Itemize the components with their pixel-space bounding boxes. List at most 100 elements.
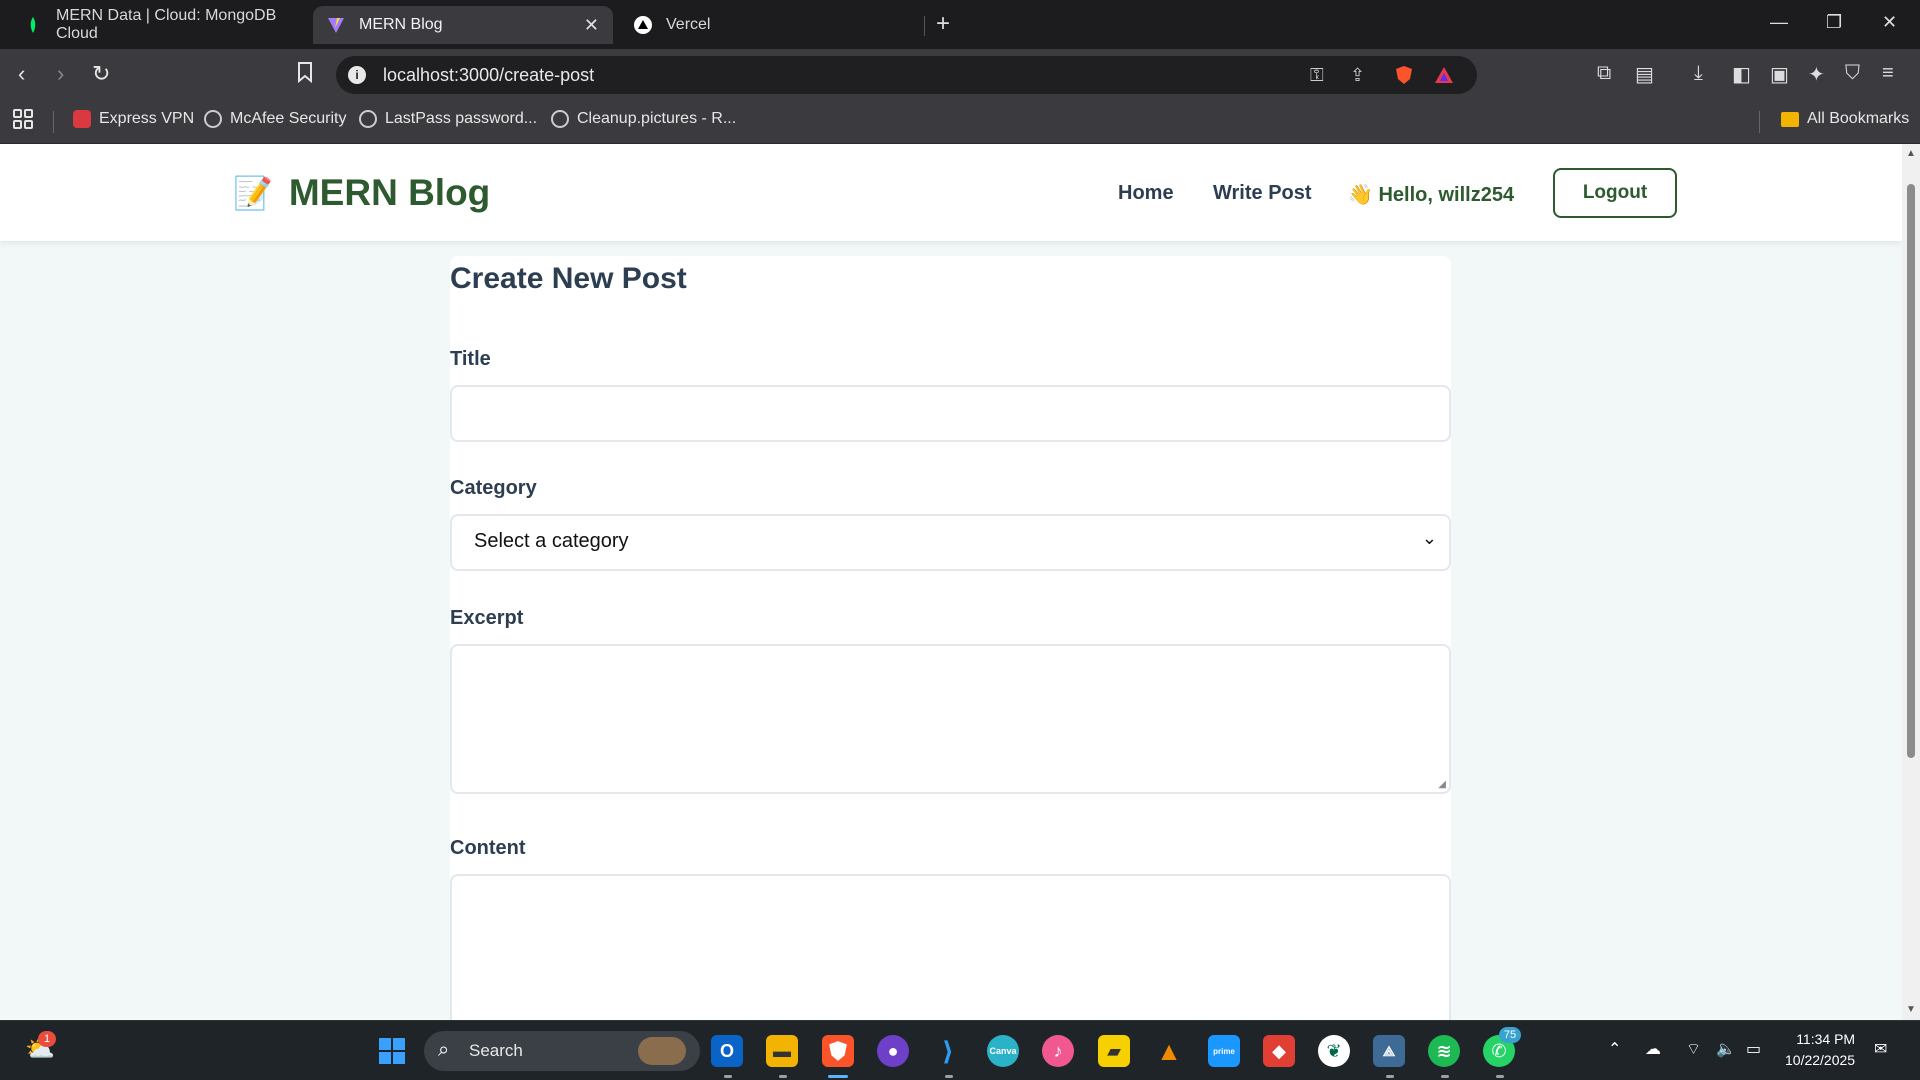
forward-icon[interactable]: › bbox=[57, 61, 64, 87]
tab-mern-blog[interactable]: MERN Blog ✕ bbox=[313, 6, 613, 44]
canva-icon[interactable]: Canva bbox=[987, 1035, 1019, 1067]
downloads-icon[interactable]: ⤓ bbox=[1694, 62, 1703, 85]
tab-vercel[interactable]: Vercel bbox=[620, 6, 920, 44]
reader-mode-icon[interactable]: ▤ bbox=[1635, 62, 1654, 87]
url-text[interactable]: localhost:3000/create-post bbox=[383, 65, 594, 86]
mongodb-compass-icon[interactable]: ❦ bbox=[1318, 1035, 1350, 1067]
whatsapp-badge: 75 bbox=[1499, 1027, 1521, 1043]
bookmark-mcafee[interactable]: McAfee Security bbox=[204, 110, 346, 128]
title-input[interactable] bbox=[450, 385, 1451, 442]
vlc-icon[interactable]: ▲ bbox=[1153, 1035, 1185, 1067]
excerpt-label: Excerpt bbox=[450, 607, 524, 629]
new-tab-icon[interactable]: + bbox=[936, 10, 950, 38]
running-indicator bbox=[1386, 1075, 1394, 1078]
prime-video-icon[interactable]: prime bbox=[1208, 1035, 1240, 1067]
brand-link[interactable]: 📝 MERN Blog bbox=[233, 172, 490, 214]
bookmarks-bar: Express VPN McAfee Security LastPass pas… bbox=[0, 101, 1920, 144]
back-icon[interactable]: ‹ bbox=[18, 61, 25, 87]
tab-divider bbox=[924, 16, 925, 36]
browser-toolbar: ‹ › ↻ i localhost:3000/create-post ⚿ ⇪ ⧉… bbox=[0, 49, 1920, 101]
brave-shields-icon[interactable] bbox=[1394, 65, 1414, 90]
volume-icon[interactable]: 🔈 bbox=[1716, 1039, 1736, 1059]
content-textarea[interactable] bbox=[450, 874, 1451, 1020]
system-clock[interactable]: 11:34 PM 10/22/2025 bbox=[1785, 1029, 1855, 1071]
browser-tab-bar: MERN Data | Cloud: MongoDB Cloud MERN Bl… bbox=[0, 0, 1920, 49]
category-select[interactable]: Select a category ⌄ bbox=[450, 514, 1451, 571]
minimize-icon[interactable]: — bbox=[1770, 12, 1788, 33]
battery-icon[interactable]: ▭ bbox=[1746, 1039, 1761, 1059]
github-desktop-icon[interactable]: ● bbox=[877, 1035, 909, 1067]
git-icon[interactable]: ◆ bbox=[1263, 1035, 1295, 1067]
windows-taskbar: ⛅ 1 ⌕ Search O ▬ ● ⟩ Canva ♪ ▰ ▲ prime ◆… bbox=[0, 1020, 1920, 1080]
vpn-icon[interactable]: ⛉ bbox=[1845, 62, 1860, 85]
share-icon[interactable]: ⇪ bbox=[1350, 65, 1365, 86]
show-hidden-icons[interactable]: ⌃ bbox=[1608, 1039, 1621, 1059]
window-close-icon[interactable]: ✕ bbox=[1882, 12, 1897, 33]
tab-title: Vercel bbox=[666, 16, 711, 33]
sticky-notes-icon[interactable]: ▰ bbox=[1098, 1035, 1130, 1067]
tab-mongodb[interactable]: MERN Data | Cloud: MongoDB Cloud bbox=[10, 6, 310, 44]
reload-icon[interactable]: ↻ bbox=[92, 61, 110, 87]
tab-title: MERN Blog bbox=[359, 16, 443, 33]
file-explorer-icon[interactable]: ▬ bbox=[766, 1035, 798, 1067]
globe-icon bbox=[204, 110, 222, 128]
vscode-icon[interactable]: ⟩ bbox=[932, 1035, 964, 1067]
chevron-down-icon: ⌄ bbox=[1421, 528, 1437, 548]
logout-button[interactable]: Logout bbox=[1553, 168, 1677, 218]
notifications-icon[interactable]: ✉ bbox=[1874, 1039, 1887, 1059]
folder-icon bbox=[1781, 111, 1799, 127]
user-greeting: 👋 Hello, willz254 bbox=[1348, 184, 1515, 206]
outlook-icon[interactable]: O bbox=[711, 1035, 743, 1067]
brave-browser-icon[interactable] bbox=[822, 1035, 854, 1067]
nav-write-post-link[interactable]: Write Post bbox=[1213, 182, 1312, 205]
bookmark-divider bbox=[1759, 111, 1760, 133]
mysql-workbench-icon[interactable]: ⟁ bbox=[1373, 1035, 1405, 1067]
search-label: Search bbox=[469, 1041, 523, 1060]
bookmark-cleanup-pictures[interactable]: Cleanup.pictures - R... bbox=[551, 110, 736, 128]
category-selected-value: Select a category bbox=[474, 530, 629, 552]
address-bar[interactable]: i localhost:3000/create-post ⚿ ⇪ bbox=[336, 56, 1477, 94]
taskbar-search[interactable]: ⌕ Search bbox=[424, 1031, 700, 1071]
bookmark-express-vpn[interactable]: Express VPN bbox=[73, 110, 194, 128]
page-title: Create New Post bbox=[450, 262, 687, 295]
running-indicator bbox=[724, 1075, 732, 1078]
all-bookmarks-folder[interactable]: All Bookmarks bbox=[1781, 110, 1909, 128]
globe-icon bbox=[551, 110, 569, 128]
windows-start-icon[interactable] bbox=[376, 1035, 408, 1067]
onedrive-icon[interactable]: ☁ bbox=[1645, 1039, 1661, 1059]
clock-time: 11:34 PM bbox=[1796, 1031, 1856, 1047]
menu-icon[interactable]: ≡ bbox=[1882, 62, 1894, 85]
bookmark-icon[interactable] bbox=[297, 61, 313, 89]
spotify-icon[interactable]: ≋ bbox=[1428, 1035, 1460, 1067]
globe-icon bbox=[359, 110, 377, 128]
leo-ai-icon[interactable]: ✦ bbox=[1808, 62, 1825, 87]
close-tab-icon[interactable]: ✕ bbox=[584, 15, 599, 36]
site-info-icon[interactable]: i bbox=[348, 66, 366, 84]
excerpt-textarea[interactable]: ◢ bbox=[450, 644, 1451, 794]
search-icon: ⌕ bbox=[438, 1039, 450, 1061]
bookmark-divider bbox=[53, 111, 54, 133]
brave-rewards-icon[interactable] bbox=[1434, 65, 1454, 90]
sidebar-icon[interactable]: ◧ bbox=[1732, 62, 1751, 87]
nav-home-link[interactable]: Home bbox=[1118, 182, 1174, 205]
scroll-up-icon[interactable]: ▲ bbox=[1906, 148, 1916, 159]
scroll-down-icon[interactable]: ▼ bbox=[1906, 1004, 1916, 1015]
wallet-icon[interactable]: ▣ bbox=[1770, 62, 1789, 87]
title-label: Title bbox=[450, 348, 491, 370]
scrollbar-thumb[interactable] bbox=[1907, 184, 1915, 758]
vercel-triangle-icon bbox=[634, 16, 652, 34]
extensions-icon[interactable]: ⧉ bbox=[1597, 62, 1611, 85]
bookmark-lastpass[interactable]: LastPass password... bbox=[359, 110, 537, 128]
apps-grid-icon[interactable] bbox=[12, 108, 34, 130]
expressvpn-icon bbox=[73, 110, 91, 128]
brand-name: MERN Blog bbox=[288, 172, 491, 213]
page-scrollbar[interactable]: ▲ ▼ bbox=[1902, 144, 1920, 1020]
itunes-icon[interactable]: ♪ bbox=[1042, 1035, 1074, 1067]
running-indicator bbox=[1496, 1075, 1504, 1078]
restore-icon[interactable]: ❐ bbox=[1826, 12, 1842, 33]
resize-grip-icon[interactable]: ◢ bbox=[1438, 779, 1446, 790]
clock-date: 10/22/2025 bbox=[1785, 1052, 1856, 1068]
site-header: 📝 MERN Blog Home Write Post 👋 Hello, wil… bbox=[0, 144, 1902, 241]
wifi-icon[interactable]: ⌔ bbox=[1686, 1039, 1701, 1059]
password-key-icon[interactable]: ⚿ bbox=[1310, 65, 1324, 86]
